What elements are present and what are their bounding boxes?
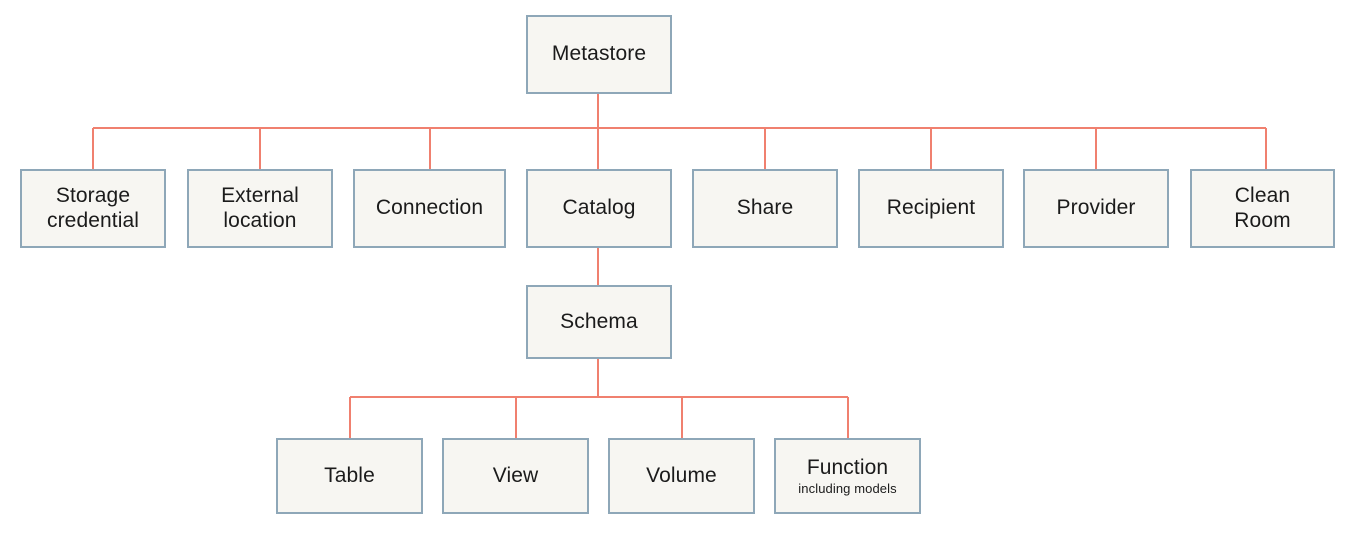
node-label-metastore: Metastore xyxy=(551,42,647,66)
node-function: Function including models xyxy=(774,438,921,514)
node-label-schema: Schema xyxy=(560,309,638,333)
node-label-catalog: Catalog xyxy=(562,196,636,220)
node-label-function: Function xyxy=(806,455,889,479)
node-label-share: Share xyxy=(736,196,794,220)
node-metastore: Metastore xyxy=(526,15,672,94)
node-label-recipient: Recipient xyxy=(886,196,976,220)
node-recipient: Recipient xyxy=(858,169,1004,248)
node-label-table: Table xyxy=(324,463,375,487)
node-label-volume: Volume xyxy=(646,463,717,487)
node-external-location: External location xyxy=(187,169,333,248)
node-provider: Provider xyxy=(1023,169,1169,248)
node-share: Share xyxy=(692,169,838,248)
node-table: Table xyxy=(276,438,423,514)
object-model-diagram: Metastore Storage credential External loca… xyxy=(0,0,1364,536)
node-sublabel-function: including models xyxy=(798,481,897,497)
node-connection: Connection xyxy=(353,169,506,248)
node-view: View xyxy=(442,438,589,514)
node-catalog: Catalog xyxy=(526,169,672,248)
node-clean-room: Clean Room xyxy=(1190,169,1335,248)
node-label-provider: Provider xyxy=(1056,196,1136,220)
node-volume: Volume xyxy=(608,438,755,514)
node-label-clean-room: Clean Room xyxy=(1234,184,1291,232)
node-label-connection: Connection xyxy=(375,196,484,220)
node-label-external-location: External location xyxy=(221,184,299,232)
node-label-storage-credential: Storage credential xyxy=(46,184,140,232)
node-label-view: View xyxy=(492,463,539,487)
node-storage-credential: Storage credential xyxy=(20,169,166,248)
node-schema: Schema xyxy=(526,285,672,359)
